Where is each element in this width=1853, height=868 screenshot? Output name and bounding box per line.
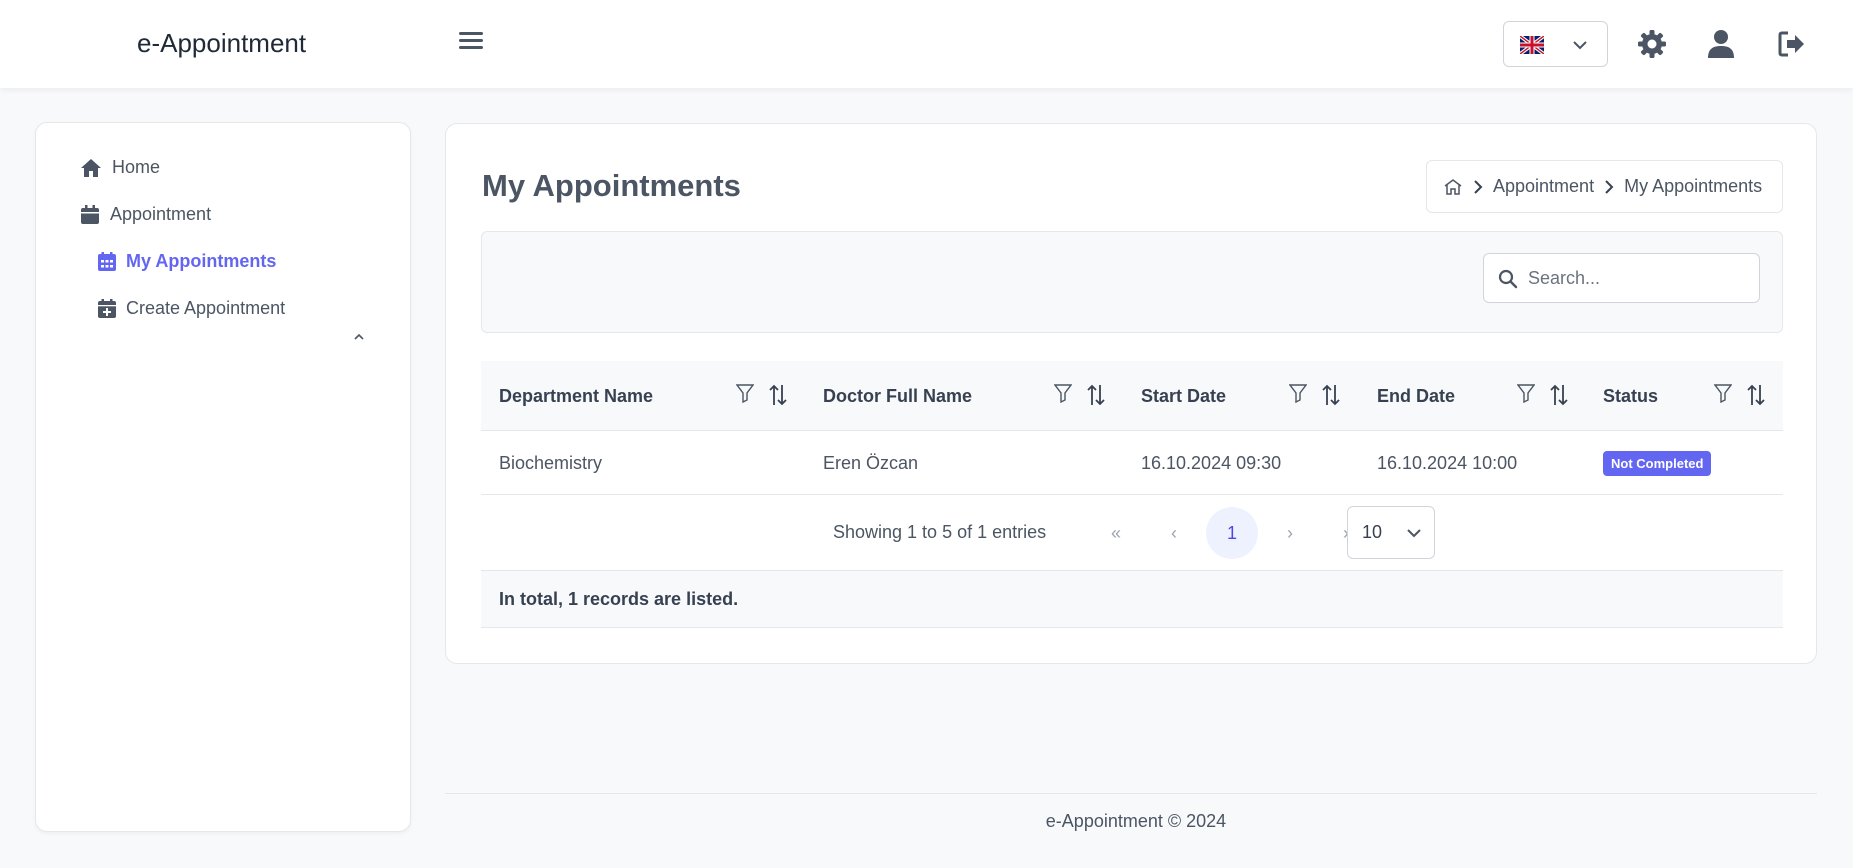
paginator: Showing 1 to 5 of 1 entries « ‹ 1 › » 10 <box>481 495 1783 571</box>
calendar-days-icon <box>98 252 116 271</box>
language-select[interactable] <box>1503 21 1608 67</box>
home-icon[interactable] <box>1443 178 1463 196</box>
table-row[interactable]: Biochemistry Eren Özcan 16.10.2024 09:30… <box>481 431 1783 495</box>
cell-status: Not Completed <box>1603 431 1712 495</box>
page-title: My Appointments <box>482 168 741 203</box>
content-card: My Appointments Appointment My Appointme… <box>445 123 1817 664</box>
user-icon[interactable] <box>1704 27 1738 61</box>
search-icon <box>1498 269 1518 289</box>
search-input[interactable] <box>1528 254 1753 302</box>
chevron-right-icon <box>1604 179 1614 195</box>
calendar-plus-icon <box>98 299 116 318</box>
column-header-doctor[interactable]: Doctor Full Name <box>823 361 972 431</box>
filter-icon[interactable] <box>1289 383 1307 407</box>
sidebar-item-label: Appointment <box>110 204 212 224</box>
gear-icon[interactable] <box>1635 27 1669 61</box>
chevron-up-icon[interactable] <box>352 331 366 343</box>
sidebar-item-label: Create Appointment <box>126 298 286 318</box>
chevron-right-icon <box>1473 179 1483 195</box>
chevron-down-icon <box>1573 41 1587 50</box>
column-header-department[interactable]: Department Name <box>499 361 653 431</box>
logout-icon[interactable] <box>1775 27 1809 61</box>
cell-end-date: 16.10.2024 10:00 <box>1377 452 1518 473</box>
records-total: In total, 1 records are listed. <box>499 589 739 609</box>
table-header: Department Name Doctor Full Name Start D… <box>481 361 1783 431</box>
column-header-status[interactable]: Status <box>1603 361 1658 431</box>
status-badge: Not Completed <box>1603 450 1712 476</box>
cell-start-date: 16.10.2024 09:30 <box>1141 452 1282 473</box>
top-bar: e-Appointment <box>0 0 1853 88</box>
first-page-button[interactable]: « <box>1090 507 1142 559</box>
sidebar-item-label: Home <box>112 157 161 177</box>
appointments-table: Department Name Doctor Full Name Start D… <box>481 361 1783 628</box>
filter-icon[interactable] <box>1714 383 1732 407</box>
calendar-icon <box>81 204 99 224</box>
filter-icon[interactable] <box>1517 383 1535 407</box>
uk-flag-icon <box>1520 36 1544 54</box>
sidebar-item-create-appointment[interactable]: Create Appointment <box>98 298 285 319</box>
sort-icon[interactable] <box>1549 383 1569 407</box>
chevron-down-icon <box>1407 529 1421 538</box>
page-button-1[interactable]: 1 <box>1206 507 1258 559</box>
column-header-start-date[interactable]: Start Date <box>1141 361 1226 431</box>
footer-copyright: e-Appointment © 2024 <box>1045 811 1227 831</box>
sidebar: Home Appointment My Appointments Create … <box>35 122 411 832</box>
search-box <box>1483 253 1760 303</box>
filter-icon[interactable] <box>1054 383 1072 407</box>
sidebar-item-my-appointments[interactable]: My Appointments <box>98 251 276 272</box>
sort-icon[interactable] <box>768 383 788 407</box>
sort-icon[interactable] <box>1321 383 1341 407</box>
pagination-info: Showing 1 to 5 of 1 entries <box>833 522 1047 542</box>
table-footer: In total, 1 records are listed. <box>481 571 1783 628</box>
cell-department: Biochemistry <box>499 452 603 473</box>
sort-icon[interactable] <box>1086 383 1106 407</box>
sidebar-item-appointment[interactable]: Appointment <box>80 204 211 225</box>
prev-page-button[interactable]: ‹ <box>1148 507 1200 559</box>
breadcrumb-item-appointment[interactable]: Appointment <box>1493 176 1594 197</box>
cell-doctor: Eren Özcan <box>823 452 919 473</box>
rows-per-page-select[interactable]: 10 <box>1347 506 1435 559</box>
breadcrumb: Appointment My Appointments <box>1426 160 1783 213</box>
column-header-end-date[interactable]: End Date <box>1377 361 1455 431</box>
footer-divider <box>445 793 1817 794</box>
table-toolbar <box>481 231 1783 333</box>
breadcrumb-item-my-appointments: My Appointments <box>1624 176 1763 196</box>
sidebar-item-home[interactable]: Home <box>80 157 160 178</box>
menu-icon[interactable] <box>456 28 486 58</box>
sort-icon[interactable] <box>1746 383 1766 407</box>
next-page-button[interactable]: › <box>1264 507 1316 559</box>
rows-per-page-value: 10 <box>1362 522 1383 542</box>
home-icon <box>81 158 101 177</box>
sidebar-item-label: My Appointments <box>126 251 277 271</box>
filter-icon[interactable] <box>736 383 754 407</box>
app-title: e-Appointment <box>137 28 307 58</box>
